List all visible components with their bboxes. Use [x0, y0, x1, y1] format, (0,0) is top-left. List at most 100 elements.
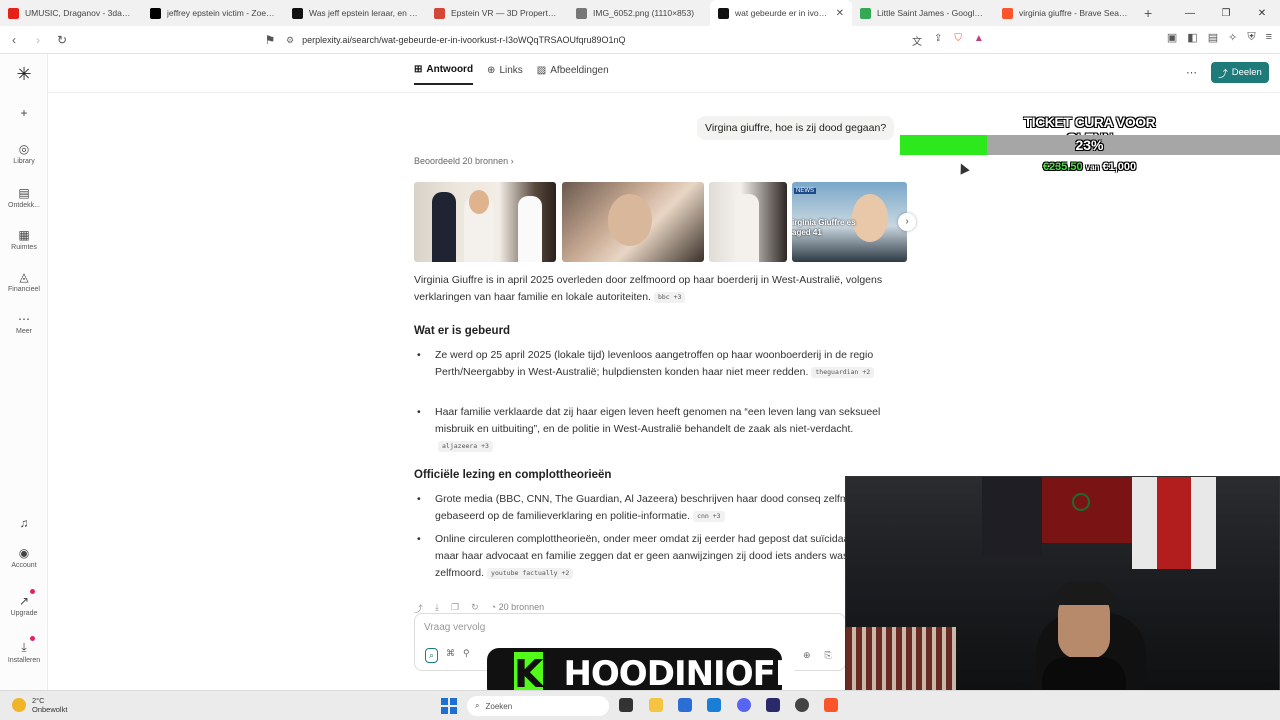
- news-image[interactable]: [562, 182, 704, 262]
- tab-title: jeffrey epstein victim - Zoeken: [167, 8, 276, 18]
- address-bar: ‹ › ↻ ⚑ ⚙ perplexity.ai/search/wat-gebeu…: [0, 26, 1280, 54]
- news-tag: NEWS: [794, 188, 816, 194]
- browser-tab[interactable]: IMG_6052.png (1110×853): [568, 0, 710, 26]
- notifications-button[interactable]: ♫: [0, 516, 48, 532]
- perplexity-logo-icon[interactable]: ✳: [12, 64, 36, 88]
- sidebar-item-installeren[interactable]: ⤓ Installeren: [0, 640, 48, 664]
- premiere-icon[interactable]: [766, 698, 780, 712]
- tab-title: Little Saint James - Google Ma: [877, 8, 986, 18]
- start-icon[interactable]: [441, 698, 457, 714]
- browser-tab[interactable]: virginia giuffre - Brave Search: [994, 0, 1136, 26]
- obs-icon[interactable]: [795, 698, 809, 712]
- sidebar-item-label: Library: [13, 158, 35, 165]
- image-icon: ▨: [536, 65, 547, 76]
- citation-badge[interactable]: aljazeera +3: [438, 440, 493, 452]
- followup-input[interactable]: [424, 622, 824, 633]
- sidebar-item-upgrade[interactable]: ↗ Upgrade: [0, 594, 48, 617]
- sidebar-item-library[interactable]: ◎ Library: [0, 142, 48, 165]
- weather-widget[interactable]: 2°C Onbewolkt: [12, 696, 67, 714]
- windows-taskbar: 2°C Onbewolkt ⌕ Zoeken: [0, 690, 1280, 720]
- list-item-text: Grote media (BBC, CNN, The Guardian, Al …: [435, 493, 873, 522]
- forward-icon[interactable]: ›: [28, 33, 48, 47]
- citation-badge[interactable]: cnn +3: [693, 510, 725, 522]
- tab-links[interactable]: ⊕ Links: [487, 64, 523, 85]
- browser-tab[interactable]: Epstein VR — 3D Property Rec: [426, 0, 568, 26]
- translate-icon[interactable]: 文: [912, 33, 922, 48]
- globe-source-icon[interactable]: ⊕: [803, 650, 811, 661]
- brave-taskbar-icon[interactable]: [824, 698, 838, 712]
- perplexity-icon: [718, 7, 729, 19]
- tab-title: UMUSIC, Draganov - 3dabi (Of: [25, 8, 134, 18]
- taskbar-search[interactable]: ⌕ Zoeken: [467, 696, 609, 716]
- wallet-icon[interactable]: ▤: [1208, 31, 1218, 44]
- sidebar-toggle-icon[interactable]: ▣: [1167, 31, 1177, 44]
- image-caption: irginia Giuffre es aged 41: [792, 218, 856, 237]
- browser-tab[interactable]: UMUSIC, Draganov - 3dabi (Of: [0, 0, 142, 26]
- notification-dot: [30, 636, 35, 641]
- answer-intro: Virginia Giuffre is in april 2025 overle…: [414, 274, 883, 303]
- list-item-text: Ze werd op 25 april 2025 (lokale tijd) l…: [435, 349, 874, 378]
- sidebar-item-financieel[interactable]: ◬ Financieel: [0, 270, 48, 293]
- discord-icon[interactable]: [737, 698, 751, 712]
- browser-tab[interactable]: wat gebeurde er in ivoorkust ✕: [710, 0, 852, 26]
- brave-icon: [1002, 7, 1013, 19]
- back-icon[interactable]: ‹: [4, 33, 24, 47]
- shirt-dark: [982, 477, 1042, 557]
- globe-icon: [576, 7, 587, 19]
- file-explorer-icon[interactable]: [649, 698, 663, 712]
- new-tab-button[interactable]: +: [1144, 5, 1152, 21]
- sidebar-item-label: Meer: [16, 328, 32, 335]
- reload-icon[interactable]: ↻: [52, 33, 72, 47]
- bell-icon: ♫: [19, 516, 29, 530]
- tab-title: IMG_6052.png (1110×853): [593, 8, 695, 18]
- research-mode-icon[interactable]: ⌘: [446, 648, 455, 663]
- browser-tab[interactable]: jeffrey epstein victim - Zoeken: [142, 0, 284, 26]
- share-page-icon[interactable]: ⇪: [934, 33, 942, 48]
- task-view-icon[interactable]: [619, 698, 633, 712]
- citation-badge[interactable]: bbc +3: [653, 291, 686, 303]
- news-image[interactable]: [414, 182, 556, 262]
- goal-progress-fill: [900, 135, 988, 155]
- search-mode-icon[interactable]: ⌕: [425, 648, 439, 663]
- citation-badge[interactable]: theguardian +2: [811, 366, 875, 378]
- bookmark-icon[interactable]: ⚑: [260, 33, 280, 47]
- tab-title: wat gebeurde er in ivoorkust: [735, 8, 832, 18]
- vpn-icon[interactable]: ⛨: [1247, 31, 1255, 44]
- brave-rewards-icon[interactable]: ▲: [974, 33, 984, 48]
- new-thread-button[interactable]: +: [0, 106, 48, 122]
- sidebar-item-ruimtes[interactable]: ▦ Ruimtes: [0, 228, 48, 251]
- sources-toggle[interactable]: Beoordeeld 20 bronnen ›: [414, 156, 514, 166]
- browser-tab[interactable]: Was jeff epstein leraar, en wat: [284, 0, 426, 26]
- edge-icon[interactable]: [707, 698, 721, 712]
- finance-icon: ◬: [19, 270, 29, 284]
- site-info-icon[interactable]: ⚙: [286, 35, 294, 46]
- account-icon: ◉: [18, 546, 30, 560]
- brave-shield-icon[interactable]: ⛉: [954, 33, 962, 48]
- leo-ai-icon[interactable]: ✧: [1228, 31, 1237, 44]
- attach-icon[interactable]: ⎘: [825, 650, 832, 661]
- maps-icon: [860, 7, 871, 19]
- notification-dot: [30, 589, 35, 594]
- sidebar-item-account[interactable]: ◉ Account: [0, 546, 48, 569]
- extensions-icon[interactable]: ◧: [1187, 31, 1197, 44]
- close-tab-icon[interactable]: ✕: [836, 8, 844, 19]
- restore-icon[interactable]: ❐: [1208, 8, 1244, 19]
- sidebar-item-ontdekk[interactable]: ▤ Ontdekk...: [0, 186, 48, 209]
- citation-badge[interactable]: youtube factually +2: [487, 567, 574, 579]
- browser-tab[interactable]: Little Saint James - Google Ma: [852, 0, 994, 26]
- tab-answer[interactable]: ⊞ Antwoord: [414, 64, 474, 85]
- share-button[interactable]: ⤴ Deelen: [1211, 62, 1269, 83]
- menu-icon[interactable]: ≡: [1266, 31, 1272, 44]
- labs-mode-icon[interactable]: ⚲: [463, 648, 470, 663]
- news-image[interactable]: [709, 182, 787, 262]
- tab-images[interactable]: ▨ Afbeeldingen: [537, 64, 609, 85]
- close-window-icon[interactable]: ✕: [1244, 8, 1280, 19]
- sidebar-item-meer[interactable]: ⋯ Meer: [0, 312, 48, 335]
- news-image[interactable]: NEWS irginia Giuffre es aged 41: [792, 182, 907, 262]
- minimize-icon[interactable]: —: [1172, 8, 1208, 19]
- next-images-button[interactable]: ›: [898, 213, 916, 231]
- store-icon[interactable]: [678, 698, 692, 712]
- sidebar-item-label: Ontdekk...: [8, 202, 40, 209]
- more-options-icon[interactable]: ⋯: [1186, 66, 1197, 79]
- sun-icon: [12, 698, 26, 712]
